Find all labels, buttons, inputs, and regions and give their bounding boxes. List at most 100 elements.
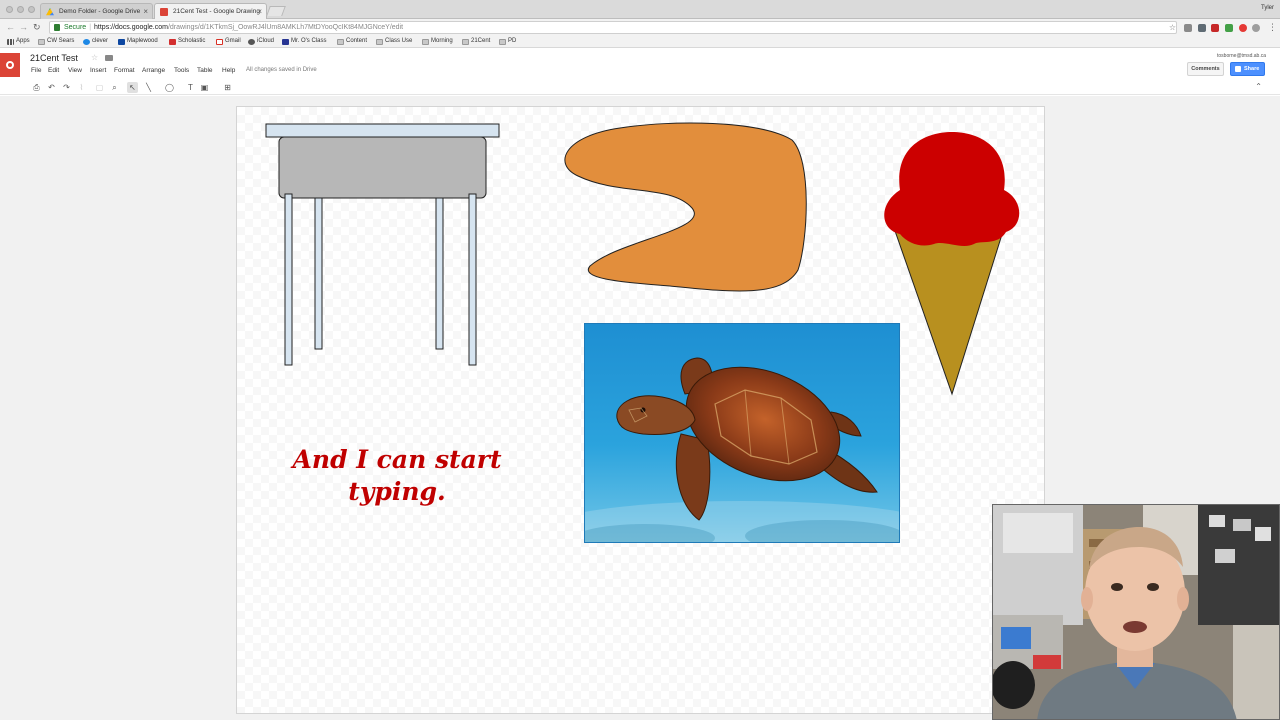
- extension-icon[interactable]: [1211, 24, 1219, 32]
- forward-icon[interactable]: →: [19, 22, 28, 32]
- back-icon[interactable]: ←: [6, 22, 15, 32]
- class-icon: [282, 39, 289, 45]
- menu-insert[interactable]: Insert: [90, 67, 106, 74]
- collapse-chevron-icon[interactable]: ⌃: [1255, 82, 1262, 91]
- bookmark-maplewood[interactable]: Maplewood: [118, 36, 158, 47]
- browser-tab-bar: Demo Folder - Google Drive × 21Cent Test…: [0, 0, 1280, 19]
- print-icon[interactable]: ⎙: [31, 82, 42, 93]
- presenter-video: [993, 505, 1279, 719]
- image-icon[interactable]: ▣: [199, 82, 210, 93]
- menu-help[interactable]: Help: [222, 67, 235, 74]
- menu-arrange[interactable]: Arrange: [142, 67, 165, 74]
- orange-blob-shape[interactable]: [560, 120, 810, 296]
- tab-demo-folder[interactable]: Demo Folder - Google Drive ×: [40, 3, 153, 19]
- canvas-text-box[interactable]: And I can start typing.: [292, 444, 502, 508]
- url-path: /drawings/d/1KTkmSj_OowRJ4lUm8AMKLh7MtDY…: [167, 24, 404, 31]
- table-apron[interactable]: [278, 136, 487, 199]
- close-icon[interactable]: ×: [257, 4, 262, 19]
- bookmark-mr-os-class[interactable]: Mr. O's Class: [282, 36, 326, 47]
- undo-icon[interactable]: ↶: [46, 82, 57, 93]
- reload-icon[interactable]: ↻: [33, 22, 41, 32]
- folder-icon: [499, 39, 506, 45]
- bookmarks-bar: Apps CW Sears clever Maplewood Scholasti…: [0, 36, 1280, 48]
- webcam-video-overlay: [992, 504, 1280, 720]
- bookmark-content[interactable]: Content: [337, 36, 367, 47]
- bookmark-morning[interactable]: Morning: [422, 36, 453, 47]
- bookmark-star-icon[interactable]: ☆: [1169, 23, 1176, 32]
- table-leg[interactable]: [314, 197, 323, 350]
- folder-icon: [462, 39, 469, 45]
- bookmark-icloud[interactable]: iCloud: [248, 36, 274, 47]
- tab-title: 21Cent Test - Google Drawing: [173, 8, 260, 15]
- extension-icon[interactable]: [1225, 24, 1233, 32]
- folder-icon[interactable]: [105, 55, 113, 61]
- cone[interactable]: [893, 227, 1005, 396]
- tab-title: Demo Folder - Google Drive: [59, 8, 141, 15]
- bookmark-apps[interactable]: Apps: [7, 36, 30, 47]
- folder-icon: [337, 39, 344, 45]
- tab-21cent-test[interactable]: 21Cent Test - Google Drawing ×: [154, 3, 267, 19]
- bookmark-21cent[interactable]: 21Cent: [462, 36, 490, 47]
- window-maximize-icon[interactable]: [28, 6, 35, 13]
- folder-icon: [38, 39, 45, 45]
- table-drawing[interactable]: [264, 122, 502, 368]
- bookmark-pd[interactable]: PD: [499, 36, 516, 47]
- close-icon[interactable]: ×: [143, 4, 148, 19]
- browser-menu-icon[interactable]: ⋮: [1268, 22, 1277, 32]
- sea-turtle-photo[interactable]: [584, 323, 900, 543]
- share-button[interactable]: Share: [1230, 62, 1265, 76]
- extension-icon[interactable]: [1239, 24, 1247, 32]
- menu-format[interactable]: Format: [114, 67, 135, 74]
- ice-cream-cone-drawing[interactable]: [878, 128, 1026, 398]
- apple-icon: [248, 39, 255, 45]
- comments-button[interactable]: Comments: [1187, 62, 1224, 76]
- menu-edit[interactable]: Edit: [48, 67, 59, 74]
- extension-icon[interactable]: [1184, 24, 1192, 32]
- folder-icon: [376, 39, 383, 45]
- table-leg[interactable]: [284, 193, 293, 366]
- window-minimize-icon[interactable]: [17, 6, 24, 13]
- menu-table[interactable]: Table: [197, 67, 213, 74]
- menu-tools[interactable]: Tools: [174, 67, 189, 74]
- bookmark-class-use[interactable]: Class Use: [376, 36, 412, 47]
- url-host: https://docs.google.com: [94, 24, 168, 31]
- star-icon[interactable]: ☆: [91, 53, 98, 62]
- line-icon[interactable]: ╲: [143, 82, 154, 93]
- textbox-icon[interactable]: T: [185, 82, 196, 93]
- zoom-fit-icon[interactable]: ▢: [94, 82, 105, 93]
- shape-icon[interactable]: ◯: [164, 82, 175, 93]
- bookmark-gmail[interactable]: Gmail: [216, 36, 241, 47]
- window-close-icon[interactable]: [6, 6, 13, 13]
- blob-path[interactable]: [564, 122, 807, 292]
- gmail-icon: [216, 39, 223, 45]
- save-status[interactable]: All changes saved in Drive: [246, 67, 317, 73]
- bookmark-scholastic[interactable]: Scholastic: [169, 36, 205, 47]
- ice-cream-scoop[interactable]: [884, 132, 1020, 246]
- menu-file[interactable]: File: [31, 67, 41, 74]
- clever-icon: [83, 39, 90, 45]
- redo-icon[interactable]: ↷: [61, 82, 72, 93]
- select-icon[interactable]: ↖: [127, 82, 138, 93]
- account-email[interactable]: tosborne@tmsd.ab.ca: [1217, 53, 1266, 59]
- document-title[interactable]: 21Cent Test: [30, 53, 78, 63]
- bookmark-cw-sears[interactable]: CW Sears: [38, 36, 74, 47]
- zoom-icon[interactable]: ⌕: [109, 82, 120, 93]
- url-input[interactable]: Secure | https://docs.google.com/drawings/…: [49, 21, 1177, 34]
- bookmark-clever[interactable]: clever: [83, 36, 108, 47]
- menu-view[interactable]: View: [68, 67, 82, 74]
- secure-label: Secure: [64, 24, 87, 31]
- paint-format-icon[interactable]: ⌇: [76, 82, 87, 93]
- table-leg[interactable]: [468, 193, 477, 366]
- table-leg[interactable]: [435, 197, 444, 350]
- extension-icon[interactable]: [1252, 24, 1260, 32]
- comment-icon[interactable]: ⊞: [222, 82, 233, 93]
- new-tab-button[interactable]: [266, 6, 286, 16]
- address-bar-row: ← → ↻ Secure | https://docs.google.com/dra…: [0, 19, 1280, 36]
- scholastic-icon: [169, 39, 176, 45]
- drawings-header: 21Cent Test ☆ File Edit View Insert Form…: [0, 48, 1280, 81]
- maplewood-icon: [118, 39, 125, 45]
- browser-user-name[interactable]: Tyler: [1261, 5, 1274, 11]
- extension-icon[interactable]: [1198, 24, 1206, 32]
- google-drawings-logo-icon[interactable]: [0, 53, 20, 77]
- table-top[interactable]: [265, 123, 500, 138]
